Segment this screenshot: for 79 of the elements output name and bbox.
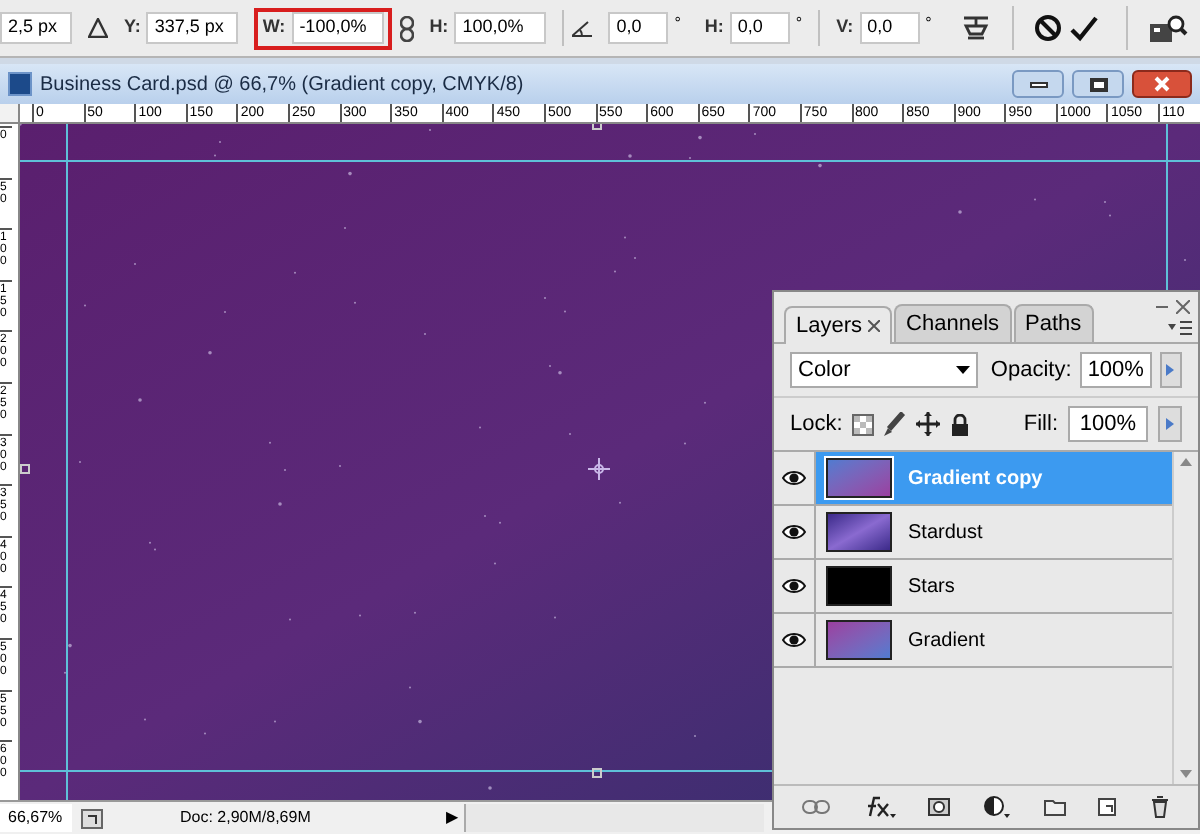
layer-thumbnail [826, 512, 892, 552]
fill-slider-button[interactable] [1158, 406, 1182, 442]
field-label: W: [262, 14, 286, 41]
eye-icon [782, 524, 806, 540]
lock-icon[interactable] [950, 413, 971, 435]
layer-thumbnail [826, 620, 892, 660]
input-field[interactable]: 337,5 px [146, 12, 239, 44]
fill-field[interactable]: 100% [1068, 406, 1148, 442]
input-field[interactable]: 0,0 [608, 12, 669, 44]
lock-transparency-icon[interactable] [852, 413, 875, 435]
layer-name: Gradient copy [908, 465, 1043, 493]
panel-tab[interactable]: Layers [784, 306, 893, 344]
crosshair-icon [588, 458, 610, 480]
eye-icon [782, 470, 806, 486]
cancel-icon [1034, 14, 1062, 42]
unit-label: ° [795, 11, 803, 35]
layer-thumbnail [826, 458, 892, 498]
unit-label: ° [925, 11, 932, 35]
layer-name: Stardust [908, 519, 983, 547]
input-field[interactable]: 100,0% [454, 12, 547, 44]
adjustment-icon[interactable] [983, 796, 1010, 818]
visibility-toggle[interactable] [774, 452, 816, 504]
document-icon [8, 72, 32, 96]
restore-button[interactable] [1072, 70, 1124, 98]
input-field[interactable]: -100,0% [291, 12, 384, 44]
minimize-button[interactable] [1012, 70, 1064, 98]
restore-icon [1089, 77, 1107, 91]
panel-tab[interactable]: Channels [894, 304, 1012, 342]
eye-icon [782, 578, 806, 594]
field-label: H: [429, 14, 449, 41]
status-menu-button[interactable]: ▶ [440, 806, 464, 830]
panel-menu-icon[interactable] [1168, 320, 1192, 336]
caret-icon [956, 366, 971, 374]
close-icon [868, 320, 881, 332]
field-label: V: [836, 14, 854, 41]
angle-icon [572, 18, 593, 38]
layer-thumbnail [826, 566, 892, 606]
field-label: Y: [124, 14, 141, 41]
panel-tab[interactable]: Paths [1013, 304, 1094, 342]
fill-label: Fill: [1023, 409, 1058, 440]
input-field[interactable]: 0,0 [859, 12, 920, 44]
transform-handle[interactable] [592, 768, 602, 778]
trash-icon[interactable] [1149, 796, 1170, 818]
brush-icon[interactable] [884, 412, 907, 436]
blend-mode-dropdown[interactable]: Color [790, 352, 979, 388]
chain-link-icon [399, 15, 414, 41]
layer-row[interactable]: Stars [774, 560, 1172, 614]
layer-name: Stars [908, 573, 955, 601]
field-label: H: [704, 14, 724, 41]
zoom-level[interactable]: 66,67% [0, 804, 72, 832]
input-field[interactable]: 0,0 [729, 12, 790, 44]
warp-icon [960, 14, 992, 42]
mask-icon[interactable] [928, 798, 951, 816]
lock-label: Lock: [790, 409, 843, 440]
minimize-icon [1029, 81, 1047, 87]
unit-label: ° [674, 11, 681, 35]
link-icon[interactable] [802, 800, 831, 814]
window-title: Business Card.psd @ 66,7% (Gradient copy, CMYK/8) [40, 71, 526, 99]
layer-row[interactable]: Gradient [774, 614, 1172, 668]
layer-name: Gradient [908, 627, 985, 655]
horizontal-scrollbar[interactable] [464, 804, 764, 832]
transform-handle[interactable] [20, 464, 30, 474]
eye-icon [782, 632, 806, 648]
triangle-icon [88, 18, 108, 38]
close-button[interactable] [1132, 70, 1192, 98]
close-icon[interactable] [1176, 300, 1190, 314]
input-field[interactable]: 2,5 px [0, 12, 72, 44]
move-icon[interactable] [916, 412, 941, 436]
close-icon [1154, 76, 1170, 92]
layer-row[interactable]: Stardust [774, 506, 1172, 560]
document-size: Doc: 2,90M/8,69M [180, 806, 313, 830]
opacity-field[interactable]: 100% [1079, 352, 1152, 388]
check-icon [1070, 15, 1098, 41]
page-icon[interactable] [80, 807, 104, 829]
opacity-slider-button[interactable] [1159, 352, 1182, 388]
opacity-label: Opacity: [990, 355, 1072, 386]
scroll-up-icon[interactable] [1180, 458, 1192, 466]
new-layer-icon[interactable] [1098, 798, 1117, 816]
fx-icon[interactable] [863, 796, 896, 818]
